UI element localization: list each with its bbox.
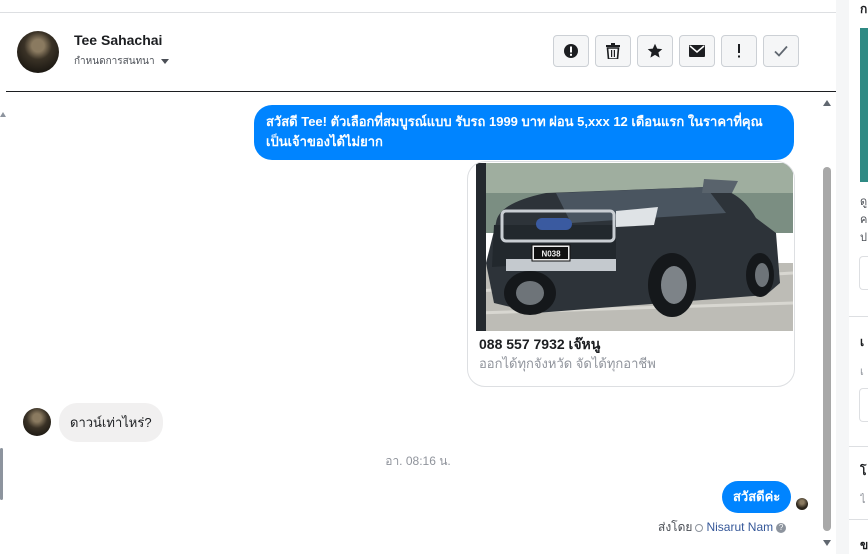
outgoing-message: สวัสดี Tee! ตัวเลือกที่สมบูรณ์แบบ รับรถ … bbox=[254, 105, 794, 160]
outgoing-message-text: สวัสดี Tee! ตัวเลือกที่สมบูรณ์แบบ รับรถ … bbox=[266, 114, 763, 149]
right-panel-header: ก bbox=[860, 2, 868, 16]
contact-avatar[interactable] bbox=[17, 31, 59, 73]
conversation-pane: Tee Sahachai กำหนดการสนทนา สวัสดี Tee! ต… bbox=[0, 0, 836, 554]
star-button[interactable] bbox=[637, 35, 673, 67]
right-panel-button[interactable] bbox=[859, 256, 868, 290]
right-panel-line: ป bbox=[860, 232, 867, 244]
incoming-message: ดาวน์เท่าไหร่? bbox=[59, 403, 163, 442]
right-panel-divider bbox=[849, 519, 868, 520]
contact-avatar-small[interactable] bbox=[23, 408, 51, 436]
scroll-thumb[interactable] bbox=[823, 167, 831, 531]
right-panel-section-title: ข bbox=[860, 538, 868, 552]
right-panel-line: ค bbox=[860, 214, 868, 226]
check-icon bbox=[774, 45, 788, 57]
scroll-up-icon[interactable] bbox=[823, 100, 831, 106]
right-panel-line: ดู bbox=[860, 196, 868, 208]
delete-button[interactable] bbox=[595, 35, 631, 67]
message-timestamp: อา. 08:16 น. bbox=[385, 454, 451, 468]
reply-message: สวัสดีค่ะ bbox=[722, 481, 792, 513]
sent-by-label: ส่งโดย bbox=[658, 520, 693, 534]
truck-photo: N038 bbox=[476, 163, 793, 331]
conversation-header: Tee Sahachai กำหนดการสนทนา bbox=[0, 13, 836, 91]
right-panel-divider bbox=[849, 316, 868, 317]
left-scroll-up-icon[interactable] bbox=[0, 112, 6, 117]
header-divider bbox=[6, 91, 836, 92]
truck-image[interactable]: N038 bbox=[476, 163, 793, 331]
mark-unread-button[interactable] bbox=[679, 35, 715, 67]
follow-up-button[interactable] bbox=[721, 35, 757, 67]
envelope-icon bbox=[689, 45, 705, 57]
assign-conversation-dropdown[interactable]: กำหนดการสนทนา bbox=[74, 54, 169, 69]
ad-card[interactable]: N038 088 557 7932 เจ๊หนู ออกได้ทุกจังหวั… bbox=[467, 161, 795, 387]
spam-icon bbox=[564, 44, 578, 58]
contact-name[interactable]: Tee Sahachai bbox=[74, 32, 162, 48]
right-panel-banner bbox=[860, 28, 868, 182]
help-icon[interactable]: ? bbox=[776, 522, 787, 533]
trash-icon bbox=[606, 43, 620, 59]
mark-done-button[interactable] bbox=[763, 35, 799, 67]
right-panel-section-sub: เ bbox=[860, 366, 864, 378]
exclamation-icon bbox=[738, 44, 740, 58]
header-actions bbox=[553, 35, 799, 67]
star-icon bbox=[647, 43, 663, 58]
card-subtitle: ออกได้ทุกจังหวัด จัดได้ทุกอาชีพ bbox=[479, 356, 656, 371]
verified-icon bbox=[695, 523, 704, 532]
license-plate: N038 bbox=[541, 250, 561, 259]
mark-spam-button[interactable] bbox=[553, 35, 589, 67]
scroll-down-icon[interactable] bbox=[823, 540, 831, 546]
right-panel-divider bbox=[849, 446, 868, 447]
assign-label: กำหนดการสนทนา bbox=[74, 56, 155, 67]
right-panel-input[interactable] bbox=[859, 388, 868, 422]
seen-avatar bbox=[796, 498, 808, 510]
right-panel-section-sub: ไ bbox=[860, 494, 866, 506]
right-panel-section-title: โ bbox=[860, 464, 867, 478]
sent-by-line: ส่งโดย Nisarut Nam? bbox=[658, 518, 787, 537]
agent-name-link[interactable]: Nisarut Nam bbox=[706, 520, 773, 534]
right-panel-text: ดู ค ป bbox=[860, 193, 868, 247]
caret-down-icon bbox=[160, 58, 169, 64]
right-panel-section-title: เ bbox=[860, 335, 865, 349]
